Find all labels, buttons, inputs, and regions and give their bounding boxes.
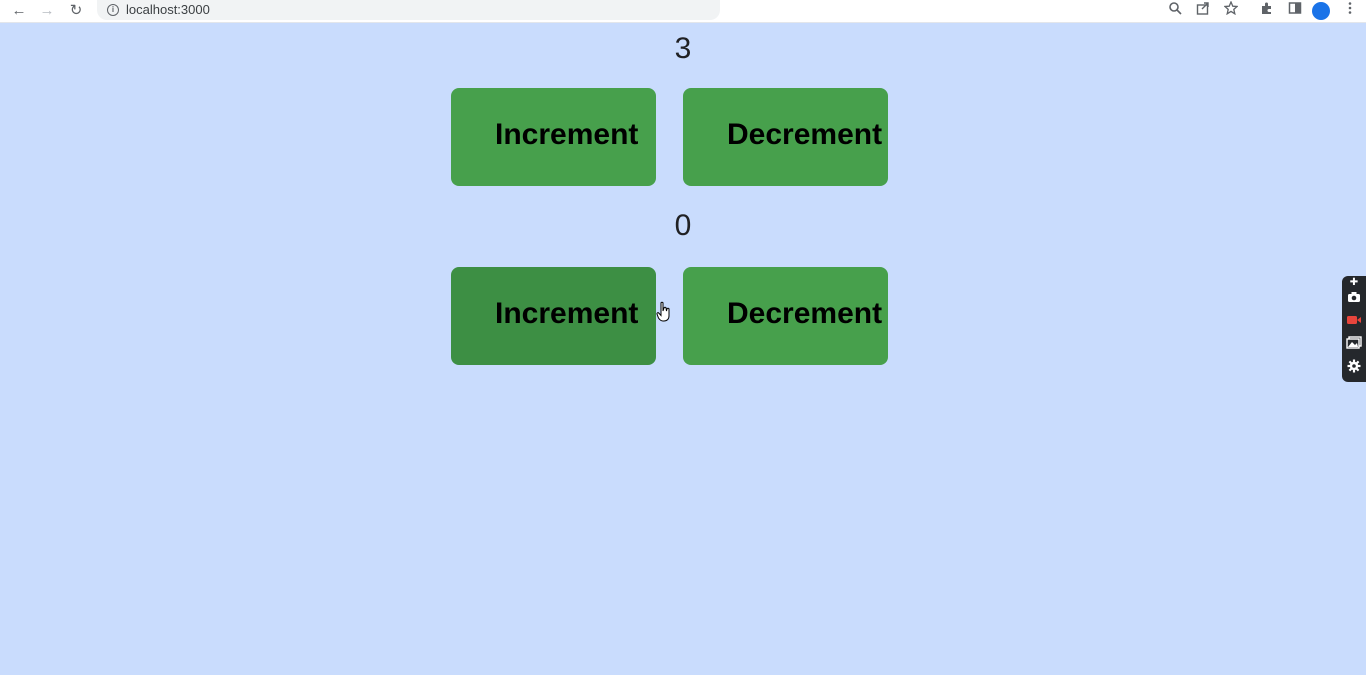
back-icon[interactable]: ← <box>9 1 29 21</box>
increment-label: Increment <box>495 118 639 151</box>
camera-icon[interactable] <box>1345 290 1363 308</box>
overlay-strip <box>720 0 1150 9</box>
reload-icon[interactable]: ↻ <box>66 1 86 21</box>
forward-icon[interactable]: → <box>37 1 57 21</box>
decrement-label: Decrement <box>727 118 883 151</box>
gallery-icon[interactable] <box>1345 336 1363 354</box>
sidebar-icon[interactable] <box>1286 1 1304 19</box>
share-icon[interactable] <box>1194 1 1212 19</box>
zoom-icon[interactable] <box>1166 1 1184 19</box>
address-bar[interactable]: i localhost:3000 <box>97 0 720 20</box>
recorder-extension-panel: ✚ <box>1342 276 1366 382</box>
hand-cursor-icon <box>656 301 670 322</box>
star-icon[interactable] <box>1222 0 1240 19</box>
browser-actions <box>1146 0 1366 22</box>
url-text: localhost:3000 <box>126 2 210 17</box>
video-record-icon[interactable] <box>1345 313 1363 331</box>
menu-icon[interactable] <box>1341 1 1359 19</box>
decrement-label: Decrement <box>727 297 883 330</box>
counter-1-value: 3 <box>674 32 692 65</box>
counter-2-increment-button[interactable]: Increment <box>451 267 656 365</box>
extensions-icon[interactable] <box>1258 1 1276 19</box>
counter-1-increment-button[interactable]: Increment <box>451 88 656 186</box>
counter-1-decrement-button[interactable]: Decrement <box>683 88 888 186</box>
browser-toolbar: ← → ↻ i localhost:3000 <box>0 0 1366 23</box>
settings-icon[interactable] <box>1345 359 1363 377</box>
increment-label: Increment <box>495 297 639 330</box>
site-info-icon[interactable]: i <box>107 4 119 16</box>
profile-avatar[interactable] <box>1312 2 1330 20</box>
counter-2-value: 0 <box>674 209 692 242</box>
counter-2-decrement-button[interactable]: Decrement <box>683 267 888 365</box>
